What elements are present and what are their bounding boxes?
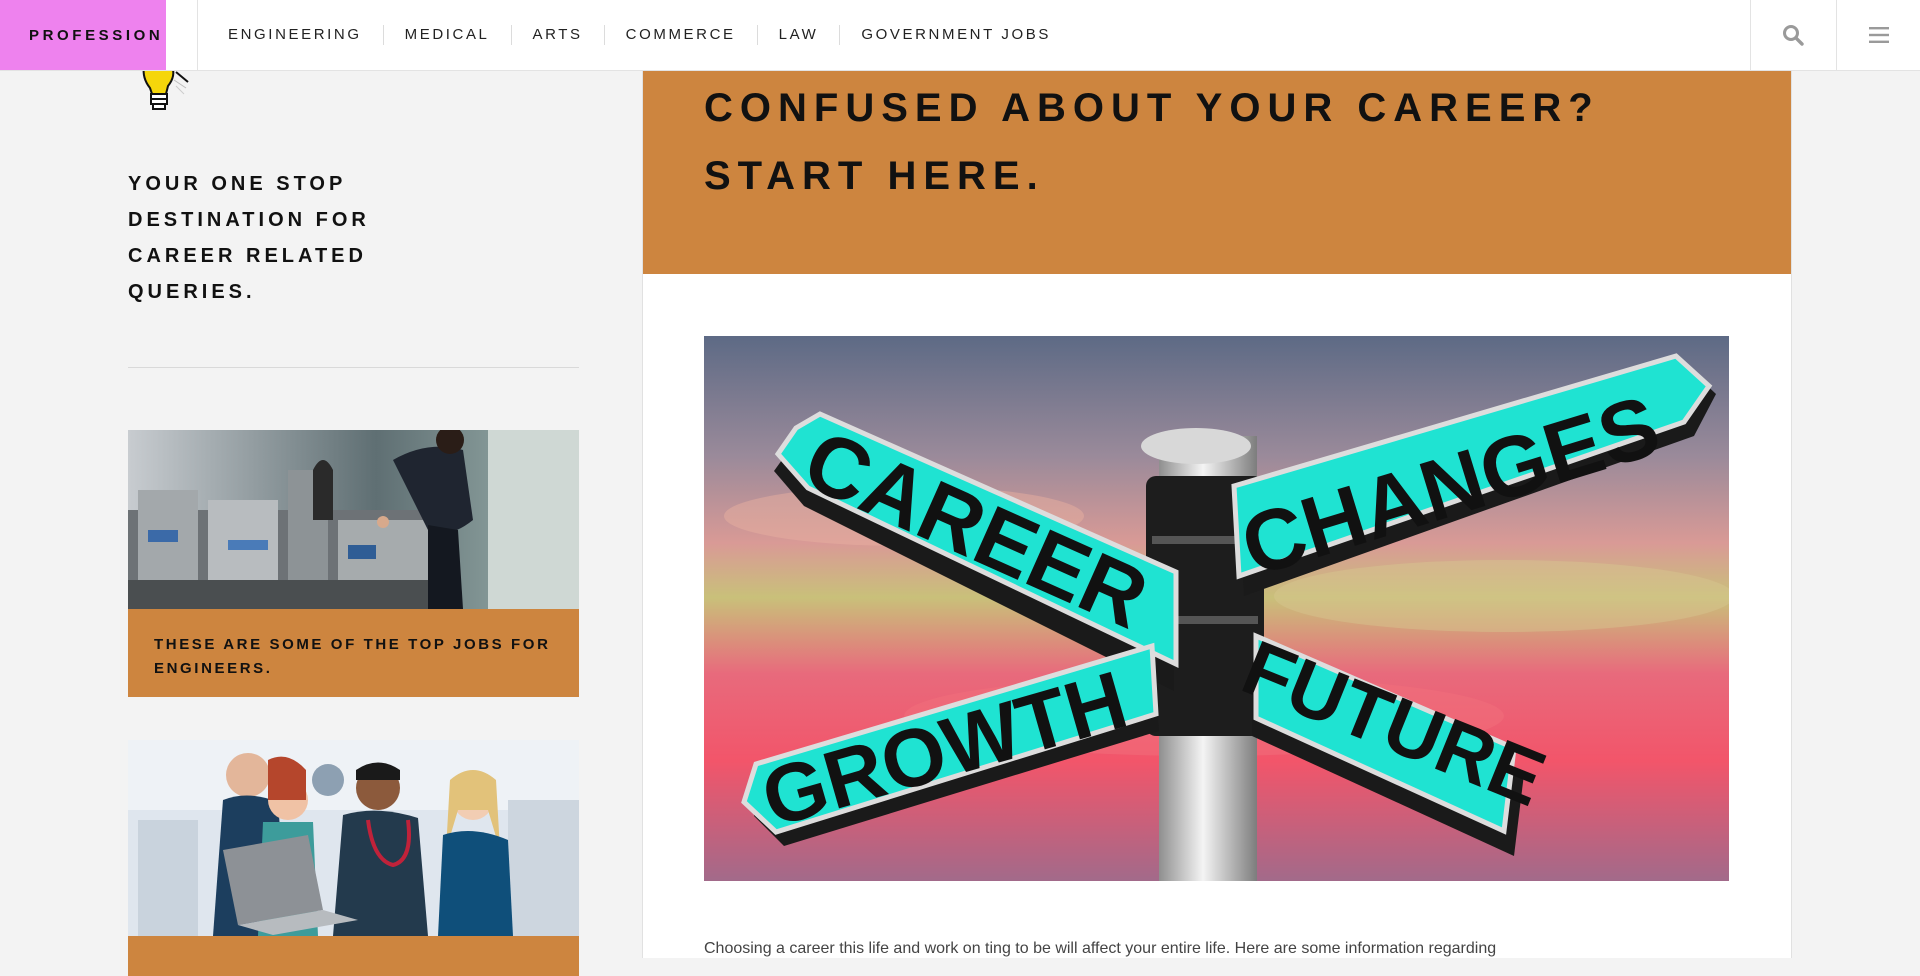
- sidebar-divider: [128, 367, 579, 368]
- engineering-card-caption[interactable]: THESE ARE SOME OF THE TOP JOBS FOR ENGIN…: [128, 609, 579, 697]
- lightbulb-icon: [142, 65, 189, 110]
- nav-item-law[interactable]: LAW: [756, 25, 840, 45]
- medical-card-caption[interactable]: [128, 936, 579, 976]
- sidebar: YOUR ONE STOP DESTINATION FOR CAREER REL…: [0, 65, 642, 976]
- content-right-border: [1791, 70, 1792, 958]
- main-content: CONFUSED ABOUT YOUR CAREER? START HERE.: [643, 70, 1791, 958]
- search-button[interactable]: [1750, 0, 1835, 70]
- hero-title: CONFUSED ABOUT YOUR CAREER? START HERE.: [704, 86, 1600, 198]
- nav-item-arts[interactable]: ARTS: [510, 25, 604, 45]
- engineering-card-image[interactable]: [128, 430, 579, 609]
- medical-card-image[interactable]: [128, 740, 579, 936]
- site-tagline: YOUR ONE STOP DESTINATION FOR CAREER REL…: [128, 173, 370, 303]
- hero-banner: CONFUSED ABOUT YOUR CAREER? START HERE.: [643, 70, 1791, 274]
- brand-name[interactable]: PROFESSION: [29, 27, 163, 44]
- nav-item-medical[interactable]: MEDICAL: [382, 25, 511, 45]
- menu-icon: [1869, 27, 1889, 43]
- featured-image[interactable]: CAREER CHANGES GROWTH FUTURE: [704, 336, 1729, 881]
- menu-button[interactable]: [1836, 0, 1920, 70]
- nav-item-government-jobs[interactable]: GOVERNMENT JOBS: [839, 25, 1072, 45]
- nav-item-engineering[interactable]: ENGINEERING: [207, 25, 383, 45]
- article-excerpt: Choosing a career this life and work on …: [704, 940, 1497, 957]
- main-nav: ENGINEERING MEDICAL ARTS COMMERCE LAW GO…: [207, 0, 1072, 70]
- top-navigation-bar: PROFESSION ENGINEERING MEDICAL ARTS COMM…: [0, 0, 1920, 71]
- nav-item-commerce[interactable]: COMMERCE: [603, 25, 757, 45]
- engineering-article-card[interactable]: THESE ARE SOME OF THE TOP JOBS FOR ENGIN…: [128, 430, 579, 697]
- brand-divider: [197, 0, 198, 70]
- search-icon: [1783, 25, 1804, 46]
- brand-logo[interactable]: PROFESSION: [0, 0, 166, 70]
- medical-article-card[interactable]: [128, 740, 579, 976]
